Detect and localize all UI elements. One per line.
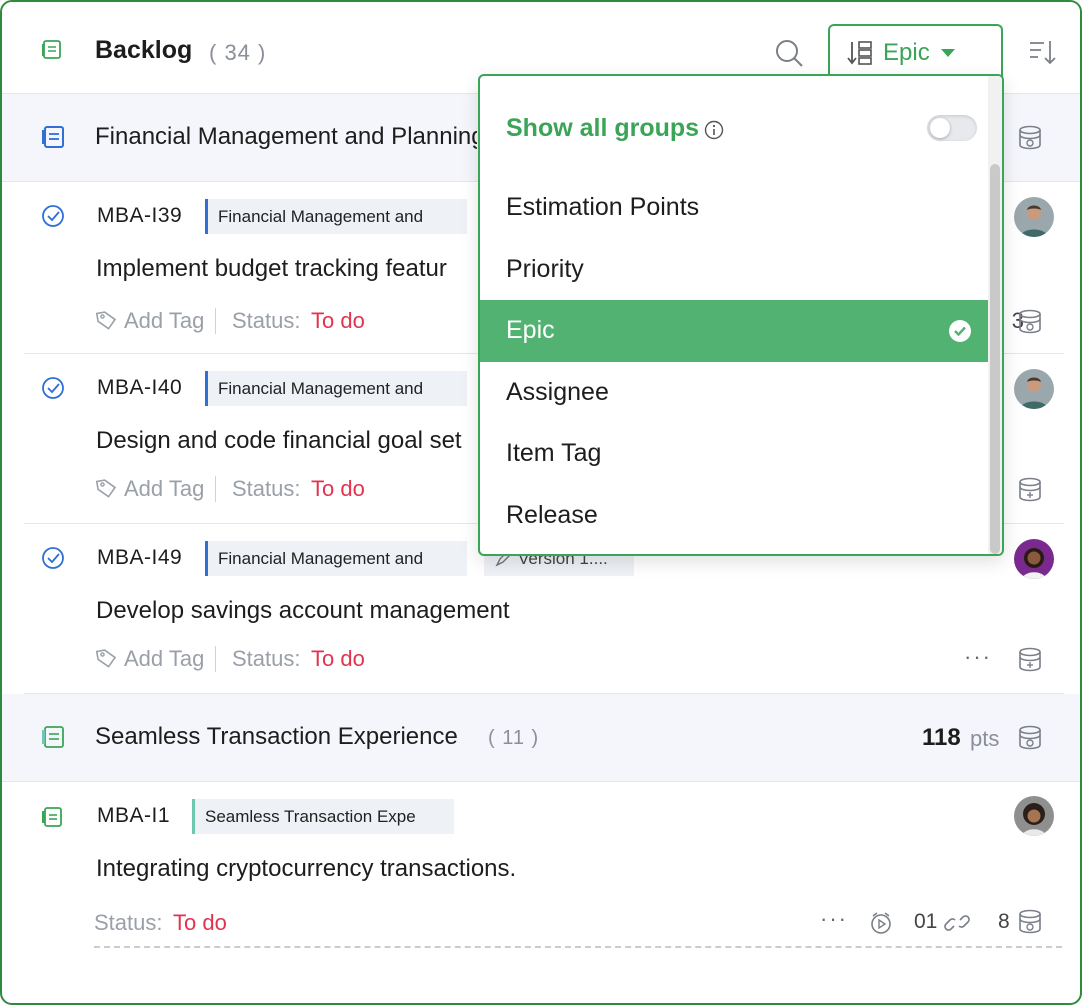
info-icon[interactable]	[704, 120, 724, 140]
option-priority[interactable]: Priority	[480, 239, 988, 301]
option-estimation-points[interactable]: Estimation Points	[480, 177, 988, 239]
show-all-groups-toggle[interactable]	[927, 115, 977, 141]
option-epic[interactable]: Epic	[480, 300, 988, 362]
status-value[interactable]: To do	[173, 910, 227, 936]
group-by-options: Estimation Points Priority Epic Assignee…	[480, 177, 988, 546]
item-id[interactable]: MBA-I39	[97, 204, 182, 228]
status-label: Status:	[232, 646, 301, 671]
status-value[interactable]: To do	[311, 646, 365, 672]
group-points-value: 118	[922, 724, 961, 751]
divider	[215, 646, 216, 672]
add-tag-button[interactable]: Add Tag	[124, 476, 204, 502]
task-icon	[42, 377, 64, 399]
avatar[interactable]	[1014, 369, 1054, 409]
chevron-down-icon	[941, 49, 955, 57]
option-item-tag[interactable]: Item Tag	[480, 423, 988, 485]
backlog-count: ( 34 )	[209, 40, 267, 65]
more-options-button[interactable]: ···	[964, 644, 992, 670]
item-id[interactable]: MBA-I49	[97, 546, 182, 570]
epic-badge[interactable]: Seamless Transaction Expe	[192, 799, 454, 834]
scrollbar-thumb[interactable]	[990, 164, 1000, 554]
timer-icon[interactable]	[868, 910, 894, 936]
status-label: Status:	[232, 476, 301, 501]
toggle-knob	[930, 118, 950, 138]
group-header-seamless[interactable]: Seamless Transaction Experience ( 11 ) 1…	[2, 694, 1080, 782]
backlog-item[interactable]: MBA-I1 Seamless Transaction Expe Integra…	[24, 782, 1064, 952]
task-icon	[42, 547, 64, 569]
check-circle-icon	[949, 320, 971, 342]
group-by-dropdown[interactable]: Show all groups Estimation Points Priori…	[478, 74, 1004, 556]
dropdown-header: Show all groups	[480, 76, 1002, 172]
more-options-button[interactable]: ···	[820, 906, 848, 932]
page-title: Backlog	[95, 36, 193, 64]
story-points-icon	[1019, 909, 1041, 934]
item-title[interactable]: Implement budget tracking featur	[96, 255, 447, 283]
group-title: Financial Management and Planning	[95, 123, 477, 150]
dropdown-scrollbar[interactable]	[988, 76, 1002, 554]
item-title[interactable]: Integrating cryptocurrency transactions.	[96, 855, 516, 883]
status-label: Status:	[94, 910, 163, 935]
avatar[interactable]	[1014, 796, 1054, 836]
epic-badge[interactable]: Financial Management and	[205, 371, 467, 406]
link-count: 01	[914, 910, 938, 933]
epic-icon	[42, 126, 64, 148]
item-title[interactable]: Design and code financial goal set	[96, 427, 462, 455]
divider	[215, 308, 216, 334]
add-tag-button[interactable]: Add Tag	[124, 646, 204, 672]
option-release[interactable]: Release	[480, 485, 988, 547]
epic-badge[interactable]: Financial Management and	[205, 199, 467, 234]
avatar[interactable]	[1014, 539, 1054, 579]
item-id[interactable]: MBA-I40	[97, 376, 182, 400]
group-count: ( 11 )	[488, 727, 540, 749]
epic-badge[interactable]: Financial Management and	[205, 541, 467, 576]
status-value[interactable]: To do	[311, 308, 365, 334]
sort-icon[interactable]	[1028, 38, 1056, 66]
tag-icon	[95, 311, 117, 330]
tag-icon	[95, 649, 117, 668]
group-title: Seamless Transaction Experience	[95, 723, 458, 750]
option-assignee[interactable]: Assignee	[480, 362, 988, 424]
task-icon	[42, 205, 64, 227]
item-title[interactable]: Develop savings account management	[96, 597, 510, 625]
status-value[interactable]: To do	[311, 476, 365, 502]
epic-icon	[42, 726, 64, 748]
backlog-panel: Backlog ( 34 ) Epic Financial Management…	[0, 0, 1082, 1005]
story-points-add-icon[interactable]	[1016, 646, 1044, 674]
backlog-icon	[42, 40, 61, 59]
story-points-icon	[1019, 309, 1041, 334]
search-icon[interactable]	[774, 38, 804, 68]
divider	[215, 476, 216, 502]
item-id[interactable]: MBA-I1	[97, 804, 170, 828]
status-label: Status:	[232, 308, 301, 333]
group-by-icon	[847, 41, 872, 65]
group-by-button[interactable]: Epic	[828, 24, 1003, 78]
story-points-icon	[1019, 725, 1041, 750]
add-tag-button[interactable]: Add Tag	[124, 308, 204, 334]
tag-icon	[95, 479, 117, 498]
group-points-label: pts	[970, 726, 1000, 751]
story-points-icon	[1019, 125, 1041, 150]
story-icon	[42, 807, 62, 827]
group-by-label: Epic	[883, 39, 930, 66]
dashed-divider	[94, 946, 1062, 948]
show-all-groups-label: Show all groups	[506, 114, 700, 142]
avatar[interactable]	[1014, 197, 1054, 237]
story-points: 8	[998, 910, 1010, 933]
story-points-add-icon[interactable]	[1016, 476, 1044, 504]
link-icon[interactable]	[944, 910, 970, 936]
option-label: Epic	[506, 316, 555, 344]
